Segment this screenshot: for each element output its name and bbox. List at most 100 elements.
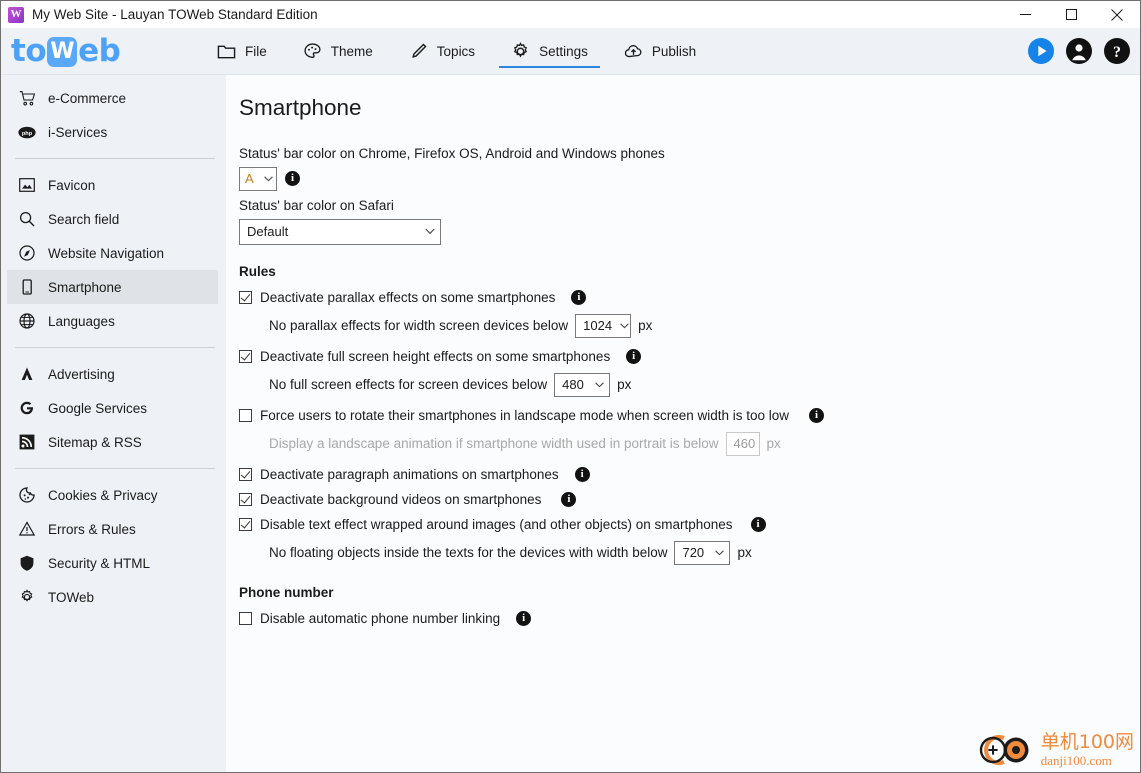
toweb-logo: to Web [11,32,141,69]
phone-rule-row: Disable automatic phone number linking i [239,609,1140,629]
statusbar-safari-label: Status' bar color on Safari [239,197,394,213]
rule-sub-label: No floating objects inside the texts for… [269,545,668,560]
logo-text-2: eb [78,32,121,69]
tab-settings-label: Settings [539,43,588,59]
chevron-down-icon [620,322,629,329]
rule-row: Deactivate background videos on smartpho… [239,490,1140,510]
sidebar-separator [15,158,215,159]
rule-sub-label: No full screen effects for screen device… [269,377,548,392]
tab-active-indicator [499,66,600,68]
settings-sidebar: e-Commerce php i-Services Favicon Search… [1,75,226,772]
statusbar-chrome-select[interactable]: A [239,166,277,191]
rule-info-icon[interactable]: i [574,467,590,482]
tab-theme[interactable]: Theme [285,28,391,74]
tab-settings[interactable]: Settings [493,28,606,74]
search-icon [18,210,36,228]
close-button[interactable] [1094,1,1140,28]
statusbar-safari-select[interactable]: Default [239,218,441,245]
toolbar-tabs: File Theme Topics Settings Publish [199,28,714,74]
sidebar-item-label: Cookies & Privacy [48,487,158,503]
sidebar-item-toweb[interactable]: TOWeb [7,580,218,614]
rule-sub-value: 720 [682,545,705,560]
watermark-text: 单机100网 danji100.com [1040,731,1134,768]
sidebar-item-languages[interactable]: Languages [7,304,218,338]
statusbar-safari-value: Default [247,224,289,239]
svg-text:php: php [22,131,33,137]
rule-label: Deactivate parallax effects on some smar… [260,290,556,305]
sidebar-item-smartphone[interactable]: Smartphone [7,270,218,304]
main-toolbar: to Web File Theme Topics Settings Publis… [1,28,1140,75]
app-icon-letter: W [10,8,22,20]
adsense-icon [18,365,36,383]
sidebar-item-label: Languages [48,313,115,329]
rule-row: Disable text effect wrapped around image… [239,515,1140,535]
sidebar-item-label: Favicon [48,177,96,193]
rule-checkbox-force-rotate[interactable] [239,409,252,422]
rule-info-icon[interactable]: i [750,517,766,532]
rule-sub-label: Display a landscape animation if smartph… [269,436,719,451]
rule-info-icon[interactable]: i [561,492,577,507]
tab-topics[interactable]: Topics [391,28,493,74]
sidebar-item-i-services[interactable]: php i-Services [7,115,218,149]
rule-checkbox-text-wrap[interactable] [239,518,252,531]
statusbar-chrome-value: A [245,171,254,186]
account-icon[interactable] [1066,38,1092,64]
shield-icon [18,554,36,572]
rule-sub-select-parallax-width[interactable]: 1024 [575,313,632,338]
maximize-button[interactable] [1048,1,1094,28]
sidebar-item-search-field[interactable]: Search field [7,202,218,236]
rule-sub-row: No parallax effects for width screen dev… [269,313,1140,339]
sidebar-item-advertising[interactable]: Advertising [7,357,218,391]
rule-label: Force users to rotate their smartphones … [260,408,790,423]
rule-info-icon[interactable]: i [626,349,642,364]
rule-sub-unit: px [617,377,632,392]
svg-text:?: ? [1113,44,1121,61]
sidebar-item-favicon[interactable]: Favicon [7,168,218,202]
rule-row: Deactivate full screen height effects on… [239,347,1140,367]
rule-sub-select-fullscreen-width[interactable]: 480 [554,372,611,397]
sidebar-item-security-html[interactable]: Security & HTML [7,546,218,580]
sidebar-item-label: Errors & Rules [48,521,136,537]
rule-row: Deactivate parallax effects on some smar… [239,288,1140,308]
tab-file-label: File [245,43,267,59]
sidebar-item-website-navigation[interactable]: Website Navigation [7,236,218,270]
rule-label: Deactivate background videos on smartpho… [260,492,542,507]
sidebar-item-errors-rules[interactable]: Errors & Rules [7,512,218,546]
rule-checkbox-fullscreen[interactable] [239,350,252,363]
help-icon[interactable]: ? [1104,38,1130,64]
rule-sub-select-floating-width[interactable]: 720 [674,540,731,565]
tab-file[interactable]: File [199,28,285,74]
rule-info-icon[interactable]: i [809,408,825,423]
statusbar-chrome-info-icon[interactable]: i [285,171,300,186]
logo-text-1: to [11,32,47,69]
rule-sub-unit: px [766,436,781,451]
minimize-button[interactable] [1002,1,1048,28]
warning-triangle-icon [18,520,36,538]
sidebar-item-cookies-privacy[interactable]: Cookies & Privacy [7,478,218,512]
google-g-icon [18,399,36,417]
watermark-cn: 单机100网 [1040,731,1134,753]
rule-sub-value: 480 [562,377,584,392]
preview-play-button[interactable] [1028,38,1054,64]
rule-sub-row: No full screen effects for screen device… [269,372,1140,398]
sidebar-item-e-commerce[interactable]: e-Commerce [7,81,218,115]
phone-linking-checkbox[interactable] [239,612,252,625]
rule-sub-value: 460 [733,436,756,451]
sidebar-item-sitemap-rss[interactable]: Sitemap & RSS [7,425,218,459]
rule-info-icon[interactable]: i [571,290,587,305]
phone-rule-info-icon[interactable]: i [516,611,532,626]
gear-icon [513,41,528,57]
rule-checkbox-background-videos[interactable] [239,493,252,506]
sidebar-item-label: TOWeb [48,589,95,605]
rule-checkbox-paragraph-animations[interactable] [239,468,252,481]
tab-publish[interactable]: Publish [606,28,714,74]
rule-label: Deactivate full screen height effects on… [260,349,611,364]
chevron-down-icon [715,549,725,556]
rss-icon [18,433,36,451]
rules-heading: Rules [239,263,276,279]
phone-rule-label: Disable automatic phone number linking [260,611,501,626]
sidebar-item-google-services[interactable]: Google Services [7,391,218,425]
rule-row: Force users to rotate their smartphones … [239,406,1140,426]
rule-checkbox-parallax[interactable] [239,291,252,304]
palette-icon [304,42,321,58]
